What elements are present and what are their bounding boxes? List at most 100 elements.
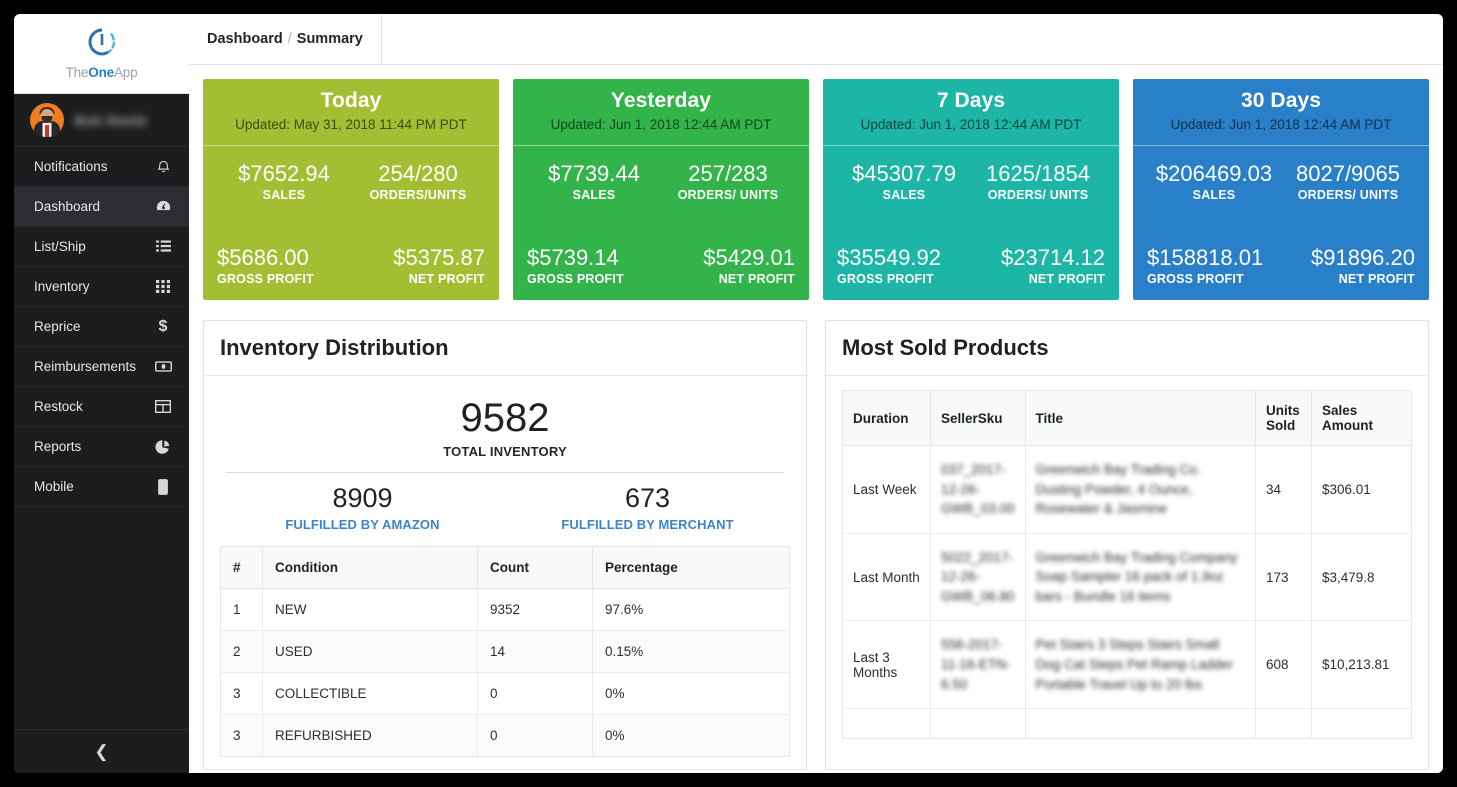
sidebar-item-dashboard[interactable]: Dashboard xyxy=(14,187,189,227)
cell-units-sold: 173 xyxy=(1255,533,1312,622)
summary-card-yesterday[interactable]: Yesterday Updated: Jun 1, 2018 12:44 AM … xyxy=(513,79,809,300)
cell-percentage: 0% xyxy=(592,672,790,715)
card-header: 30 Days Updated: Jun 1, 2018 12:44 AM PD… xyxy=(1133,79,1429,146)
sidebar-item-reports[interactable]: Reports xyxy=(14,427,189,467)
sidebar-item-label: Reprice xyxy=(34,319,81,334)
logo-wordmark: TheOneApp xyxy=(66,65,138,80)
fulfilled-by-merchant[interactable]: 673 FULFILLED BY MERCHANT xyxy=(505,483,790,531)
sidebar-item-reprice[interactable]: Reprice $ xyxy=(14,307,189,347)
chevron-left-icon: ❮ xyxy=(94,741,109,761)
sidebar-item-label: Reimbursements xyxy=(34,359,137,374)
table-row[interactable]: Last 3 Months 556-2017-11-16-ETN-6.50 Pe… xyxy=(842,620,1412,710)
cell-percentage: 0.15% xyxy=(592,630,790,673)
column-header-sellersku: SellerSku xyxy=(930,390,1026,446)
table-header: Duration SellerSku Title Units Sold Sale… xyxy=(842,390,1412,446)
fbm-value: 673 xyxy=(624,483,671,513)
metric-label: NET PROFIT xyxy=(718,272,795,286)
total-inventory-value: 9582 xyxy=(460,396,550,440)
cell-title: Greenwich Bay Trading Co. Dusting Powder… xyxy=(1025,445,1257,534)
sidebar-item-list-ship[interactable]: List/Ship xyxy=(14,227,189,267)
panel-title: Inventory Distribution xyxy=(220,335,449,360)
cell-count-link[interactable]: 0 xyxy=(477,672,593,715)
cell-sales-amount: $10,213.81 xyxy=(1311,620,1412,710)
metric-gross-profit: $35549.92 GROSS PROFIT xyxy=(837,246,971,286)
table-header-row: Duration SellerSku Title Units Sold Sale… xyxy=(842,390,1412,446)
main-area: Dashboard / Summary Today Updated: May 3… xyxy=(189,14,1443,773)
card-title: 7 Days xyxy=(936,89,1006,112)
sidebar-item-inventory[interactable]: Inventory xyxy=(14,267,189,307)
card-metric-row-top: $7739.44 SALES 257/283 ORDERS/ UNITS xyxy=(527,161,795,202)
sidebar-item-mobile[interactable]: Mobile xyxy=(14,467,189,507)
total-inventory-summary: 9582 TOTAL INVENTORY xyxy=(220,390,790,459)
table-row[interactable]: 3 REFURBISHED 0 0% xyxy=(220,714,790,757)
metric-value: $5686.00 xyxy=(217,245,309,271)
metric-label: GROSS PROFIT xyxy=(217,272,314,286)
cell-condition: USED xyxy=(262,630,478,673)
metric-label: GROSS PROFIT xyxy=(837,272,934,286)
sidebar-item-label: List/Ship xyxy=(34,239,86,254)
fulfilled-by-amazon[interactable]: 8909 FULFILLED BY AMAZON xyxy=(220,483,505,531)
metric-label: SALES xyxy=(1192,187,1236,202)
app-logo[interactable]: TheOneApp xyxy=(14,14,189,94)
table-row[interactable]: Last Week 037_2017-12-26-GWB_03.00 Green… xyxy=(842,445,1412,534)
grid-icon xyxy=(154,280,172,293)
dashboard-panels: Inventory Distribution 9582 TOTAL INVENT… xyxy=(203,320,1429,770)
fba-value: 8909 xyxy=(332,483,393,513)
most-sold-products-panel: Most Sold Products Duration SellerSku Ti… xyxy=(825,320,1429,770)
card-metric-row-bottom: $5739.14 GROSS PROFIT $5429.01 NET PROFI… xyxy=(527,246,795,286)
avatar xyxy=(30,103,64,137)
sidebar-user[interactable]: Bob Steele xyxy=(14,94,189,147)
cell-count-link[interactable]: 0 xyxy=(477,714,593,757)
metric-orders-units: 1625/1854 ORDERS/ UNITS xyxy=(971,161,1105,201)
sidebar-item-reimbursements[interactable]: Reimbursements xyxy=(14,347,189,387)
sidebar-item-restock[interactable]: Restock xyxy=(14,387,189,427)
list-icon xyxy=(154,240,172,253)
breadcrumb-root[interactable]: Dashboard xyxy=(207,31,283,47)
card-updated: Updated: Jun 1, 2018 12:44 AM PDT xyxy=(1170,117,1392,132)
column-header-title: Title xyxy=(1025,390,1257,446)
sidebar-item-notifications[interactable]: Notifications xyxy=(14,147,189,187)
table-row[interactable]: 1 NEW 9352 97.6% xyxy=(220,588,790,631)
metric-gross-profit: $5739.14 GROSS PROFIT xyxy=(527,246,661,286)
metric-net-profit: $23714.12 NET PROFIT xyxy=(971,246,1105,286)
sidebar-collapse-button[interactable]: ❮ xyxy=(14,729,189,773)
metric-sales: $7739.44 SALES xyxy=(527,161,661,201)
cell-index: 3 xyxy=(220,714,263,757)
summary-card-30-days[interactable]: 30 Days Updated: Jun 1, 2018 12:44 AM PD… xyxy=(1133,79,1429,300)
phone-icon xyxy=(154,478,172,495)
panel-header: Inventory Distribution xyxy=(204,321,806,376)
card-metric-row-bottom: $158818.01 GROSS PROFIT $91896.20 NET PR… xyxy=(1147,246,1415,286)
card-header: Today Updated: May 31, 2018 11:44 PM PDT xyxy=(203,79,499,146)
column-header-sales-amount: Sales Amount xyxy=(1311,390,1412,446)
metric-orders-units: 254/280 ORDERS/UNITS xyxy=(351,161,485,201)
card-metric-row-top: $206469.03 SALES 8027/9065 ORDERS/ UNITS xyxy=(1147,160,1415,202)
sidebar: TheOneApp Bob Steele Notifications Dashb… xyxy=(14,14,189,773)
cell-count-link[interactable]: 9352 xyxy=(477,588,593,631)
table-header-row: # Condition Count Percentage xyxy=(220,546,790,589)
table-row[interactable] xyxy=(842,708,1412,739)
cell-index: 1 xyxy=(220,588,263,631)
logo-word-one: One xyxy=(88,65,114,80)
cell-percentage: 97.6% xyxy=(592,588,790,631)
cell-title: Greenwich Bay Trading Company Soap Sampl… xyxy=(1025,533,1257,622)
summary-card-7-days[interactable]: 7 Days Updated: Jun 1, 2018 12:44 AM PDT… xyxy=(823,79,1119,300)
dashboard-content: Today Updated: May 31, 2018 11:44 PM PDT… xyxy=(189,65,1443,773)
inventory-condition-table: # Condition Count Percentage 1 NEW 9352 … xyxy=(220,545,790,757)
cell-condition: COLLECTIBLE xyxy=(262,672,478,715)
table-row[interactable]: Last Month 5022_2017-12-26-GWB_06.80 Gre… xyxy=(842,533,1412,622)
cell-count-link[interactable]: 14 xyxy=(477,630,593,673)
metric-value: 8027/9065 xyxy=(1296,160,1400,186)
card-body: $206469.03 SALES 8027/9065 ORDERS/ UNITS… xyxy=(1133,146,1429,300)
metric-label: GROSS PROFIT xyxy=(527,272,624,286)
cell-condition: REFURBISHED xyxy=(262,714,478,757)
summary-card-today[interactable]: Today Updated: May 31, 2018 11:44 PM PDT… xyxy=(203,79,499,300)
breadcrumb-current: Summary xyxy=(296,31,363,47)
metric-net-profit: $5429.01 NET PROFIT xyxy=(661,246,795,286)
table-row[interactable]: 2 USED 14 0.15% xyxy=(220,630,790,673)
table-body: Last Week 037_2017-12-26-GWB_03.00 Green… xyxy=(842,445,1412,739)
table-row[interactable]: 3 COLLECTIBLE 0 0% xyxy=(220,672,790,715)
column-header-units-sold: Units Sold xyxy=(1255,390,1312,446)
breadcrumb[interactable]: Dashboard / Summary xyxy=(189,14,382,64)
metric-label: ORDERS/ UNITS xyxy=(677,187,779,202)
metric-value: $158818.01 xyxy=(1147,245,1264,271)
